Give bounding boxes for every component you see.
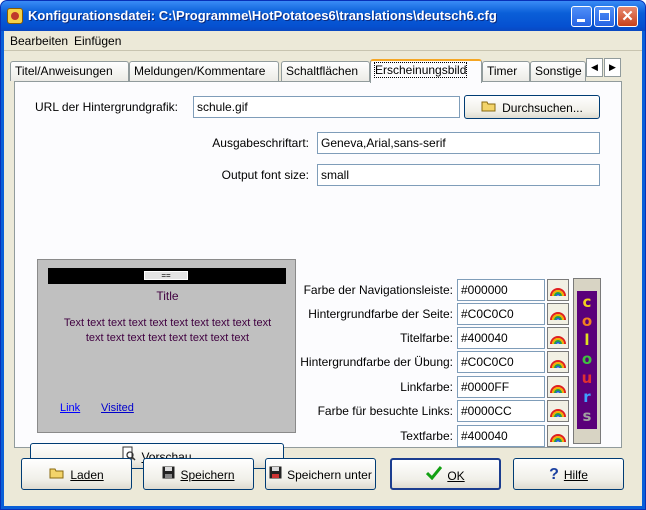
title-color-input[interactable]: #400040 — [457, 327, 545, 349]
tab-titel-anweisungen[interactable]: Titel/Anweisungen — [10, 61, 129, 81]
navbar-color-input[interactable]: #000000 — [457, 279, 545, 301]
tab-label: Erscheinungsbild — [373, 62, 468, 78]
font-label: Ausgabeschriftart: — [212, 136, 309, 150]
colours-letter: o — [581, 312, 593, 330]
preview-pane: == Title Text text text text text text t… — [37, 259, 296, 433]
rainbow-icon — [550, 409, 566, 418]
ok-button[interactable]: OK — [390, 458, 501, 490]
open-folder-icon — [49, 460, 65, 490]
help-label: Hilfe — [563, 467, 588, 482]
config-window: Konfigurationsdatei: C:\Programme\HotPot… — [0, 0, 646, 510]
save-as-button[interactable]: Speichern unter — [265, 458, 376, 490]
save-as-label: Speichern unter — [287, 467, 372, 482]
font-input[interactable]: Geneva,Arial,sans-serif — [317, 132, 600, 154]
preview-link: Link — [60, 402, 81, 414]
rainbow-icon — [550, 312, 566, 321]
colours-letter: l — [584, 331, 590, 349]
tab-label: Schaltflächen — [286, 64, 359, 78]
bg-url-input[interactable]: schule.gif — [193, 96, 460, 118]
text-color-picker-button[interactable] — [547, 425, 569, 447]
maximize-icon — [599, 10, 610, 21]
title-bar[interactable]: Konfigurationsdatei: C:\Programme\HotPot… — [1, 1, 645, 31]
browse-label: Durchsuchen... — [502, 100, 583, 115]
navbar-color-label: Farbe der Navigationsleiste: — [303, 283, 453, 297]
checkmark-icon — [426, 461, 443, 491]
tab-scroll-right-button[interactable]: ▶ — [604, 58, 621, 77]
browse-button[interactable]: Durchsuchen... — [464, 95, 600, 119]
exercise-bg-color-picker-button[interactable] — [547, 351, 569, 373]
colours-letter: c — [582, 293, 592, 311]
window-title: Konfigurationsdatei: C:\Programme\HotPot… — [28, 8, 497, 23]
text-color-input[interactable]: #400040 — [457, 425, 545, 447]
folder-icon — [481, 97, 497, 119]
tab-sonstiges[interactable]: Sonstige — [530, 61, 586, 81]
save-button[interactable]: Speichern — [143, 458, 254, 490]
bg-url-label: URL der Hintergrundgrafik: — [35, 100, 178, 114]
floppy-icon — [162, 460, 175, 490]
visited-link-color-input[interactable]: #0000CC — [457, 400, 545, 422]
rainbow-icon — [550, 434, 566, 443]
rainbow-icon — [550, 360, 566, 369]
tab-label: Meldungen/Kommentare — [134, 64, 266, 78]
preview-visited-link: Visited — [101, 402, 134, 414]
font-size-label: Output font size: — [221, 168, 309, 182]
preview-navbar: == — [48, 268, 286, 284]
menu-bar: Bearbeiten Einfügen — [4, 31, 642, 51]
title-color-picker-button[interactable] — [547, 327, 569, 349]
tab-label: Sonstige — [535, 64, 582, 78]
exercise-bg-color-label: Hintergrundfarbe der Übung: — [300, 355, 453, 369]
font-size-input[interactable]: small — [317, 164, 600, 186]
menu-einfuegen[interactable]: Einfügen — [74, 34, 121, 48]
rainbow-icon — [550, 385, 566, 394]
colours-banner-inner: c o l o u r s — [577, 291, 597, 429]
save-label: Speichern — [180, 467, 235, 482]
tab-meldungen-kommentare[interactable]: Meldungen/Kommentare — [129, 61, 279, 81]
tab-label: Timer — [487, 64, 518, 78]
question-mark-icon: ? — [549, 465, 559, 483]
page-bg-color-picker-button[interactable] — [547, 303, 569, 325]
minimize-icon — [577, 19, 585, 22]
close-button[interactable]: ✕ — [617, 6, 638, 27]
load-label: Laden — [70, 467, 104, 482]
client-area: Bearbeiten Einfügen Titel/Anweisungen Me… — [4, 31, 642, 506]
maximize-button[interactable] — [594, 6, 615, 27]
preview-nav-button: == — [144, 271, 188, 280]
menu-bearbeiten[interactable]: Bearbeiten — [10, 34, 68, 48]
link-color-label: Linkfarbe: — [400, 380, 453, 394]
navbar-color-picker-button[interactable] — [547, 279, 569, 301]
tab-schaltflaechen[interactable]: Schaltflächen — [281, 61, 370, 81]
load-button[interactable]: Laden — [21, 458, 132, 490]
colours-banner[interactable]: c o l o u r s — [573, 278, 601, 444]
tab-label: Titel/Anweisungen — [15, 64, 113, 78]
link-color-input[interactable]: #0000FF — [457, 376, 545, 398]
close-icon: ✕ — [621, 8, 634, 25]
link-color-picker-button[interactable] — [547, 376, 569, 398]
colours-letter: r — [583, 388, 591, 406]
ok-label: OK — [447, 468, 465, 483]
appearance-panel: URL der Hintergrundgrafik: schule.gif Du… — [14, 81, 622, 469]
page-bg-color-input[interactable]: #C0C0C0 — [457, 303, 545, 325]
title-color-label: Titelfarbe: — [400, 331, 453, 345]
tab-timer[interactable]: Timer — [482, 61, 530, 81]
visited-link-color-label: Farbe für besuchte Links: — [317, 404, 453, 418]
page-bg-color-label: Hintergrundfarbe der Seite: — [308, 307, 453, 321]
exercise-bg-color-input[interactable]: #C0C0C0 — [457, 351, 545, 373]
colours-letter: u — [581, 369, 593, 387]
visited-link-color-picker-button[interactable] — [547, 400, 569, 422]
floppy-save-as-icon — [269, 460, 282, 490]
text-color-label: Textfarbe: — [400, 429, 453, 443]
minimize-button[interactable] — [571, 6, 592, 27]
rainbow-icon — [550, 288, 566, 297]
tab-erscheinungsbild[interactable]: Erscheinungsbild — [370, 59, 482, 83]
help-button[interactable]: ? Hilfe — [513, 458, 624, 490]
tab-scroll-left-button[interactable]: ◀ — [586, 58, 603, 77]
colours-letter: s — [582, 407, 592, 425]
preview-title: Title — [156, 289, 179, 303]
preview-text: Text text text text text text text text … — [63, 317, 272, 344]
rainbow-icon — [550, 336, 566, 345]
colours-letter: o — [581, 350, 593, 368]
hotpotatoes-app-icon — [7, 8, 23, 24]
